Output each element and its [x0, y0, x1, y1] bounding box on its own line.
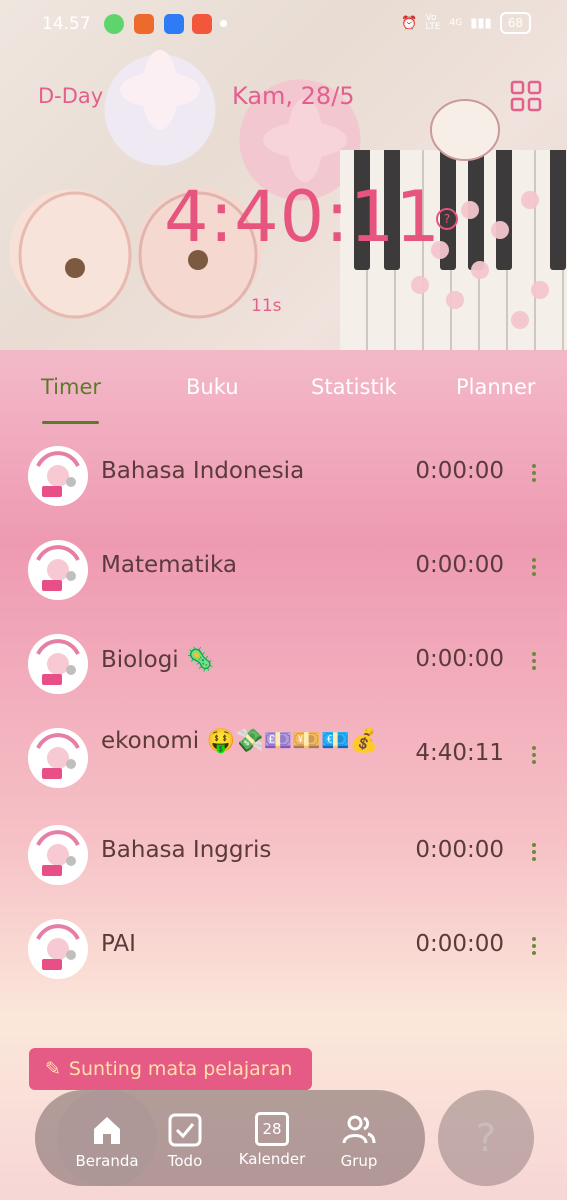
home-icon — [89, 1112, 125, 1148]
subject-name: Biologi 🦠 — [101, 647, 215, 673]
status-bar: 14.57 ⏰ Vo LTE 4G ▮▮▮ 68 — [0, 0, 567, 50]
nav-kalender[interactable]: 28 Kalender — [232, 1090, 312, 1186]
info-icon[interactable]: ? — [436, 208, 458, 230]
status-time: 14.57 — [42, 14, 91, 34]
subject-name: Bahasa Indonesia — [101, 458, 305, 484]
subject-avatar-icon — [28, 634, 88, 694]
subject-avatar-icon — [28, 825, 88, 885]
more-options-icon[interactable] — [531, 558, 537, 579]
header-collage — [0, 0, 567, 350]
dday-button[interactable]: D-Day — [38, 84, 103, 108]
active-tab-indicator — [42, 421, 99, 424]
shopee-icon — [134, 14, 154, 34]
subject-row[interactable]: Bahasa Indonesia 0:00:00 — [0, 428, 567, 522]
volte-label: Vo LTE — [425, 13, 441, 32]
help-button[interactable]: ? — [438, 1090, 534, 1186]
whatsapp-icon — [104, 14, 124, 34]
subject-name: Bahasa Inggris — [101, 837, 272, 863]
nav-label-todo: Todo — [167, 1152, 203, 1170]
edit-subjects-label: Sunting mata pelajaran — [68, 1058, 293, 1080]
subject-row[interactable]: ekonomi 🤑💸💷💴💶💰 4:40:11 — [0, 710, 567, 804]
flower-decoration — [18, 50, 549, 329]
calendar-day: 28 — [262, 1120, 282, 1138]
nav-todo[interactable]: Todo — [145, 1090, 225, 1186]
nav-grup[interactable]: Grup — [319, 1090, 399, 1186]
more-options-icon[interactable] — [531, 464, 537, 485]
tab-planner[interactable]: Planner — [456, 375, 536, 399]
more-options-icon[interactable] — [531, 843, 537, 864]
subject-row[interactable]: Matematika 0:00:00 — [0, 522, 567, 616]
group-icon — [341, 1112, 377, 1148]
subject-name: ekonomi 🤑💸💷💴💶💰 — [101, 728, 379, 754]
checkbox-icon — [167, 1112, 203, 1148]
nav-label-beranda: Beranda — [75, 1152, 139, 1170]
signal-icon: ▮▮▮ — [470, 15, 492, 31]
network-label: 4G — [449, 18, 463, 28]
notification-dot — [220, 20, 227, 27]
subject-duration: 0:00:00 — [415, 458, 504, 484]
gallery-icon — [192, 14, 212, 34]
nav-beranda[interactable]: Beranda — [57, 1090, 157, 1186]
seconds-label: 11s — [251, 296, 282, 316]
calendar-icon: 28 — [255, 1112, 289, 1146]
subject-row[interactable]: Bahasa Inggris 0:00:00 — [0, 807, 567, 901]
edit-subjects-button[interactable]: ✎ Sunting mata pelajaran — [29, 1048, 312, 1090]
bottom-navigation: Beranda Todo 28 Kalender Grup — [35, 1090, 425, 1186]
tab-bar: Timer Buku Statistik Planner — [0, 365, 567, 425]
tab-timer[interactable]: Timer — [41, 375, 101, 399]
subject-duration: 0:00:00 — [415, 646, 504, 672]
grid-menu-icon[interactable] — [510, 80, 542, 112]
nav-label-grup: Grup — [340, 1152, 378, 1170]
subject-row[interactable]: Biologi 🦠 0:00:00 — [0, 616, 567, 710]
total-timer: 4:40:11 — [164, 176, 441, 258]
tab-statistik[interactable]: Statistik — [311, 375, 397, 399]
subject-duration: 4:40:11 — [415, 740, 504, 766]
subject-avatar-icon — [28, 919, 88, 979]
subject-duration: 0:00:00 — [415, 837, 504, 863]
more-options-icon[interactable] — [531, 652, 537, 673]
subject-name: Matematika — [101, 552, 238, 578]
subject-duration: 0:00:00 — [415, 552, 504, 578]
subject-duration: 0:00:00 — [415, 931, 504, 957]
pencil-icon: ✎ — [45, 1058, 61, 1080]
subject-avatar-icon — [28, 728, 88, 788]
battery-indicator: 68 — [499, 12, 531, 34]
app-icon — [164, 14, 184, 34]
date-label: Kam, 28/5 — [232, 82, 355, 110]
alarm-icon: ⏰ — [401, 15, 418, 31]
nav-label-kalender: Kalender — [238, 1150, 306, 1168]
subject-name: PAI — [101, 931, 136, 957]
subject-avatar-icon — [28, 540, 88, 600]
subject-row[interactable]: PAI 0:00:00 — [0, 901, 567, 995]
more-options-icon[interactable] — [531, 937, 537, 958]
subject-avatar-icon — [28, 446, 88, 506]
more-options-icon[interactable] — [531, 746, 537, 767]
tab-buku[interactable]: Buku — [186, 375, 239, 399]
